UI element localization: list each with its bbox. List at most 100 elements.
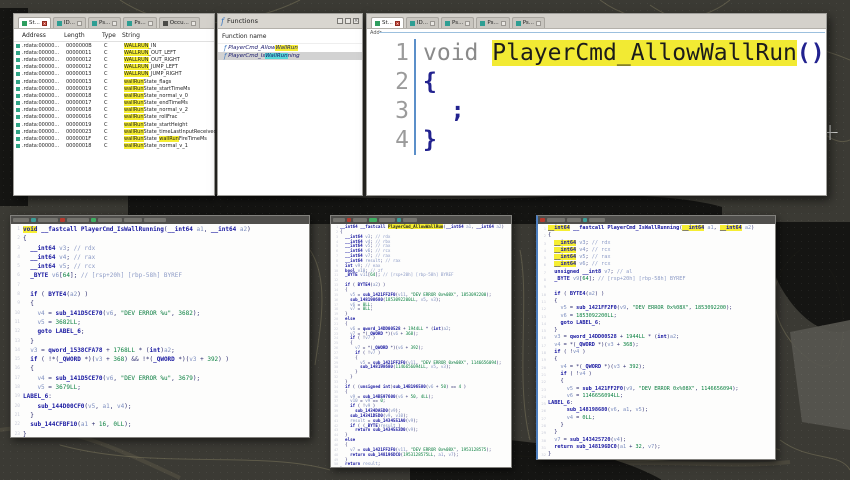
line-number: 13 — [541, 313, 546, 319]
strings-icon — [375, 20, 380, 26]
line-number: 6 — [543, 262, 546, 268]
line-number: 2 — [379, 68, 416, 97]
pseudocode-window: St... × ID... Ps... Ps... Ps... Addr 1 void Pl… — [366, 13, 827, 196]
string-item-icon — [16, 72, 20, 77]
string-row[interactable]: .rdata:00000... 00000013 CwallRunState_fla… — [14, 78, 214, 85]
column-header-type[interactable]: Type — [102, 32, 122, 39]
string-item-icon — [16, 79, 20, 84]
functions-list[interactable]: f PlayerCmd_Allow WallRun f PlayerCmd_Is Wall… — [218, 44, 362, 60]
string-row[interactable]: .rdata:00000... 0000001F CwallRunState_wal… — [14, 135, 214, 143]
string-row[interactable]: .rdata:00000... 00000012 C WALLRUN_JUMP_LEF… — [14, 64, 214, 71]
close-tab-icon[interactable]: × — [394, 20, 400, 26]
strings-column-headers[interactable]: Address Length Type String — [14, 29, 214, 42]
string-row[interactable]: .rdata:00000... 00000016 CwallRunState_rol… — [14, 114, 214, 121]
close-tab-icon[interactable] — [77, 20, 83, 26]
tab-label: ID... — [63, 20, 76, 26]
tab-strip[interactable] — [331, 216, 511, 224]
close-tab-icon[interactable] — [465, 20, 471, 26]
tab-strings[interactable]: St... × — [18, 17, 51, 28]
code-line: 5 __int64 v5; // rcx — [12, 262, 309, 271]
string-row[interactable]: .rdata:00000... 00000023 CwallRunState_tim… — [14, 128, 217, 135]
tab-pseudocode[interactable]: Ps... — [441, 17, 475, 28]
strings-list[interactable]: .rdata:00000... 0000000B C WALLRUN_IN .rdata… — [14, 42, 217, 150]
tab-pseudocode[interactable]: Ps... — [88, 17, 122, 28]
string-item-icon — [16, 43, 20, 48]
line-number: 27 — [541, 415, 546, 421]
decompiled-code-right[interactable]: 1 __int64 __fastcall PlayerCmd_IsWallRunn… — [538, 224, 775, 459]
close-tab-icon[interactable] — [190, 20, 196, 26]
string-row[interactable]: .rdata:00000... 00000018 CwallRunState_nor… — [14, 92, 214, 99]
tab-strings[interactable]: St... × — [371, 17, 404, 28]
decompiled-code-middle[interactable]: 1 __int64 __fastcall PlayerCmd_AllowWallR… — [331, 224, 511, 467]
code-line: 11 { — [539, 298, 775, 305]
tab-pseudocode[interactable]: Ps... — [123, 17, 157, 28]
line-number: 15 — [14, 357, 20, 363]
line-number: 5 — [543, 255, 546, 261]
string-row[interactable]: .rdata:00000... 0000000B C WALLRUN_IN — [14, 42, 214, 49]
decompiled-code-left[interactable]: 1 void __fastcall PlayerCmd_IsWallRunning… — [11, 224, 309, 437]
code-line: 23 v5 = sub_1421FF2F0(v9, "DEV ERROR 0x%… — [539, 386, 775, 393]
string-row[interactable]: .rdata:00000... 00000012 C WALLRUN_OUT_RIGH… — [14, 56, 214, 63]
line-number: 21 — [541, 371, 546, 377]
line-number: 23 — [541, 386, 546, 392]
code-line: 26 sub_148198680(v6, a1, v5); — [539, 407, 775, 414]
code-line: 1 __int64 __fastcall PlayerCmd_IsWallRunn… — [539, 225, 775, 232]
tab-occurrences[interactable]: Occu... — [158, 17, 200, 28]
line-number: 4 — [17, 254, 20, 260]
line-number: 9 — [543, 284, 546, 290]
code-line: 22 sub_144CFBF10(a1 + 16, 0LL); — [12, 420, 309, 429]
line-number: 9 — [17, 301, 20, 307]
code-line: 4 __int64 v4; // rax — [12, 253, 309, 262]
column-header-string[interactable]: String — [122, 32, 140, 39]
pseudocode-editor[interactable]: 1 void PlayerCmd_AllowWallRun() 2{3 ; 4} — [379, 32, 825, 193]
tab-strip[interactable] — [538, 216, 775, 224]
line-number: 1 — [543, 226, 546, 231]
string-row[interactable]: .rdata:00000... 00000019 CwallRunState_sta… — [14, 121, 214, 128]
tab-pseudocode[interactable]: Ps... — [511, 17, 546, 28]
string-row[interactable]: .rdata:00000... 00000019 CwallRunState_sta… — [14, 85, 214, 92]
function-row[interactable]: f PlayerCmd_Is WallRun ning — [218, 52, 362, 60]
tab-ida-view[interactable]: ID... — [405, 17, 440, 28]
close-tab-icon[interactable] — [147, 20, 153, 26]
window-close-icon[interactable]: × — [353, 18, 359, 24]
string-item-icon — [16, 137, 20, 142]
function-row[interactable]: f PlayerCmd_Allow WallRun — [218, 44, 362, 52]
code-line: 15 if ( !*(_QWORD *)(v3 + 368) && !*(_QW… — [12, 355, 309, 364]
line-number: 32 — [541, 452, 546, 458]
string-row[interactable]: .rdata:00000... 00000017 CwallRunState_end… — [14, 100, 214, 107]
code-line: 3 __int64 v3; // rdx — [12, 244, 309, 253]
close-tab-icon[interactable] — [112, 20, 118, 26]
close-tab-icon[interactable] — [500, 20, 506, 26]
line-number: 12 — [541, 306, 546, 312]
code-line: 3 __int64 v3; // rdx — [539, 239, 775, 247]
line-number: 3 — [543, 240, 546, 246]
code-line: 10 if ( BYTE4(a2) ) — [539, 291, 775, 298]
close-tab-icon[interactable]: × — [41, 20, 47, 26]
functions-window-title: Functions — [226, 17, 259, 25]
tab-ida-view[interactable]: ID... — [52, 17, 87, 28]
string-row[interactable]: .rdata:00000... 00000013 C WALLRUN_JUMP_RIG… — [14, 71, 214, 78]
tab-strip[interactable] — [11, 216, 309, 224]
tab-pseudocode[interactable]: Ps... — [476, 17, 510, 28]
window-restore-icon[interactable] — [337, 18, 343, 24]
decompiler-window-left: 1 void __fastcall PlayerCmd_IsWallRunning… — [10, 215, 310, 438]
line-number: 28 — [541, 423, 546, 429]
string-row[interactable]: .rdata:00000... 00000018 CwallRunState_nor… — [14, 143, 214, 150]
string-row[interactable]: .rdata:00000... 00000018 CwallRunState_nor… — [14, 107, 214, 114]
column-header-address[interactable]: Address — [14, 32, 64, 39]
functions-column-header[interactable]: Function name — [218, 29, 362, 44]
line-number: 22 — [541, 379, 546, 385]
close-tab-icon[interactable] — [430, 20, 436, 26]
close-tab-icon[interactable] — [536, 20, 542, 26]
string-row[interactable]: .rdata:00000... 00000011 C WALLRUN_OUT_LEFT — [14, 49, 214, 56]
column-header-length[interactable]: Length — [64, 32, 102, 39]
string-item-icon — [16, 115, 20, 120]
functions-titlebar[interactable]: f Functions × — [218, 14, 362, 29]
tab-label: ID... — [416, 20, 429, 26]
line-number: 26 — [541, 408, 546, 414]
code-line: 14 v3 = qword_1538CFA78 + 1768LL * (int)… — [12, 346, 309, 355]
window-dock-icon[interactable] — [345, 18, 351, 24]
line-number: 17 — [541, 342, 546, 348]
code-line: 12 v5 = sub_1421FF2F0(v9, "DEV ERROR 0x%… — [539, 305, 775, 312]
line-number: 25 — [541, 401, 546, 407]
